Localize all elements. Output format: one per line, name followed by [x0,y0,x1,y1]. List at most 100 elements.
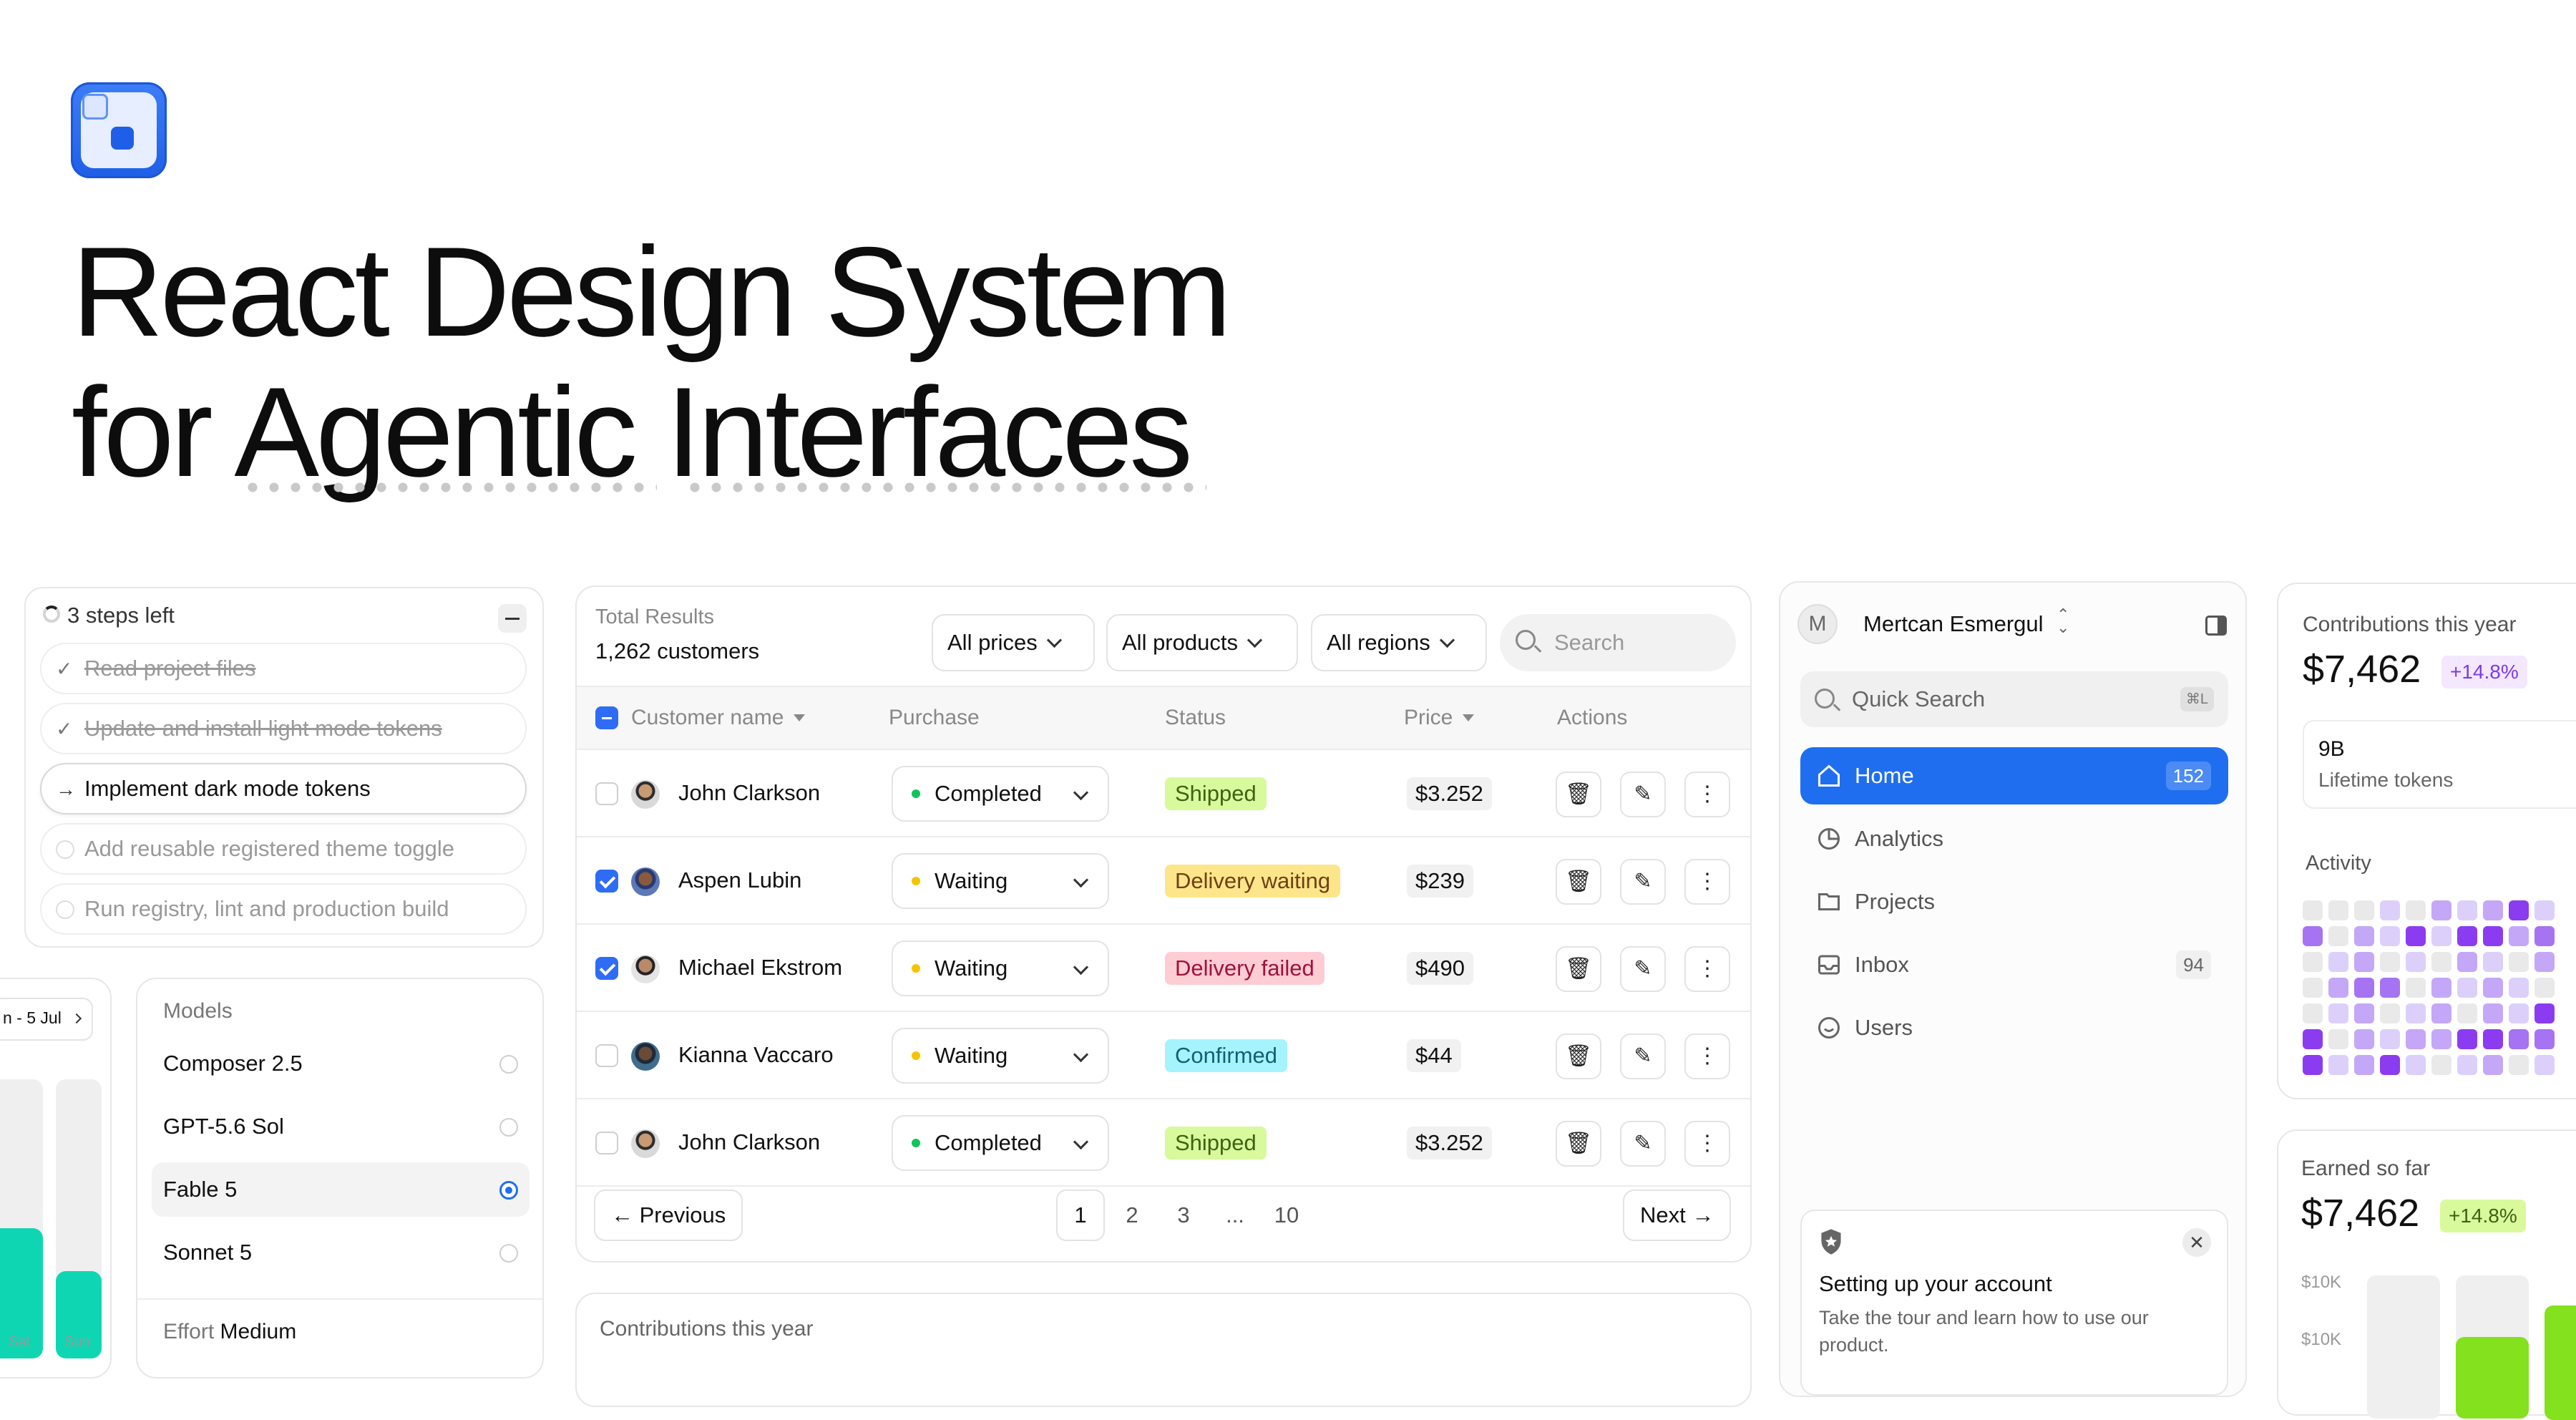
table-row[interactable]: John Clarkson Completed Shipped $3.252 🗑… [577,750,1750,837]
purchase-select[interactable]: Waiting [892,1028,1109,1084]
search-placeholder: Search [1554,630,1625,655]
page-button[interactable]: 10 [1262,1190,1311,1241]
heatmap-cell [2483,1055,2503,1075]
sidebar-item-inbox[interactable]: Inbox 94 [1800,936,2228,993]
pencil-icon: ✎ [1634,870,1652,893]
delete-button[interactable]: 🗑 [1556,1034,1601,1079]
heatmap-cell [2509,1029,2529,1049]
table-search-input[interactable]: Search [1500,614,1736,671]
page-button-current[interactable]: 1 [1056,1190,1105,1241]
trash-icon: 🗑 [1564,1132,1593,1155]
purchase-select[interactable]: Completed [892,766,1109,822]
effort-row[interactable]: Effort Medium [163,1320,296,1344]
tokens-value: 9B [2318,737,2345,761]
sidebar-item-label: Projects [1855,889,1935,914]
chevron-down-icon [1073,1134,1089,1150]
step-item[interactable]: Run registry, lint and production build [40,883,527,935]
heatmap-cell [2509,978,2529,998]
purchase-value: Completed [935,1130,1042,1155]
trash-icon: 🗑 [1564,782,1593,806]
sidebar-item-analytics[interactable]: Analytics [1800,810,2228,867]
sidebar-toggle-icon[interactable] [2205,616,2227,636]
column-header-price[interactable]: Price [1404,687,1475,749]
row-checkbox-checked[interactable] [595,870,618,893]
previous-label: Previous [639,1202,726,1227]
row-checkbox-checked[interactable] [595,957,618,980]
arrow-right-icon: → [56,778,76,800]
close-icon[interactable]: ✕ [2182,1228,2211,1257]
table-row[interactable]: Kianna Vaccaro Waiting Confirmed $44 🗑 ✎… [577,1012,1750,1099]
previous-button[interactable]: ← Previous [594,1190,743,1241]
status-badge: Delivery waiting [1165,865,1341,898]
heatmap-cell [2509,900,2529,920]
radio-button-checked[interactable] [499,1181,518,1200]
purchase-select[interactable]: Waiting [892,940,1109,996]
page-button[interactable]: 3 [1159,1190,1208,1241]
heatmap-cell [2431,952,2451,972]
model-option[interactable]: GPT-5.6 Sol [152,1099,530,1154]
model-option-selected[interactable]: Fable 5 [152,1162,530,1217]
user-name[interactable]: Mertcan Esmergul [1863,611,2044,637]
radio-button[interactable] [499,1118,518,1137]
edit-button[interactable]: ✎ [1620,1121,1666,1167]
arrow-right-icon: → [1692,1202,1714,1227]
column-header-status: Status [1165,706,1226,729]
step-item-active[interactable]: → Implement dark mode tokens [40,763,527,814]
sidebar-item-users[interactable]: Users [1800,999,2228,1056]
edit-button[interactable]: ✎ [1620,772,1666,817]
purchase-select[interactable]: Completed [892,1115,1109,1171]
status-dot [912,1139,920,1147]
collapse-button[interactable] [498,604,527,633]
delete-button[interactable]: 🗑 [1556,772,1601,817]
step-item[interactable]: Add reusable registered theme toggle [40,823,527,875]
radio-button[interactable] [499,1244,518,1263]
row-checkbox[interactable] [595,1132,618,1154]
step-item[interactable]: ✓ Update and install light mode tokens [40,703,527,754]
more-vertical-icon: ⋮ [1697,1044,1718,1068]
table-row[interactable]: Michael Ekstrom Waiting Delivery failed … [577,925,1750,1012]
table-row[interactable]: John Clarkson Completed Shipped $3.252 🗑… [577,1099,1750,1187]
heatmap-cell [2328,900,2348,920]
delete-button[interactable]: 🗑 [1556,946,1601,992]
filter-prices[interactable]: All prices [932,614,1095,671]
radio-button[interactable] [499,1055,518,1074]
edit-button[interactable]: ✎ [1620,859,1666,905]
next-button[interactable]: Next → [1623,1190,1732,1241]
sidebar-item-home[interactable]: Home 152 [1800,747,2228,804]
quick-search-input[interactable]: Quick Search ⌘L [1800,671,2228,727]
date-range-button[interactable]: n - 5 Jul [0,998,94,1041]
table-row[interactable]: Aspen Lubin Waiting Delivery waiting $23… [577,837,1750,925]
more-button[interactable]: ⋮ [1684,859,1730,905]
select-all-checkbox[interactable] [595,706,618,729]
delete-button[interactable]: 🗑 [1556,859,1601,905]
more-button[interactable]: ⋮ [1684,1034,1730,1079]
edit-button[interactable]: ✎ [1620,1034,1666,1079]
model-option[interactable]: Sonnet 5 [152,1225,530,1280]
model-option[interactable]: Composer 2.5 [152,1036,530,1091]
heatmap-cell [2457,900,2477,920]
sidebar-item-projects[interactable]: Projects [1800,873,2228,930]
shortcut-badge: ⌘L [2180,687,2214,711]
sidebar-card: M Mertcan Esmergul ⌃ ⌄ Quick Search ⌘L Ho… [1779,581,2247,1397]
check-icon: ✓ [56,718,73,740]
row-checkbox[interactable] [595,782,618,805]
edit-button[interactable]: ✎ [1620,946,1666,992]
more-button[interactable]: ⋮ [1684,946,1730,992]
price-value: $3.252 [1407,777,1492,810]
filter-products[interactable]: All products [1106,614,1298,671]
delete-button[interactable]: 🗑 [1556,1121,1601,1167]
heatmap-cell [2483,926,2503,946]
bar-fill [2545,1305,2576,1420]
purchase-select[interactable]: Waiting [892,853,1109,909]
onboarding-notice: ✕ Setting up your account Take the tour … [1800,1210,2228,1396]
more-button[interactable]: ⋮ [1684,772,1730,817]
earned-card: Earned so far $7,462 +14.8% $10K $10K [2277,1129,2576,1420]
chevron-up-down-icon[interactable]: ⌃ ⌄ [2057,607,2069,636]
step-item[interactable]: ✓ Read project files [40,643,527,694]
row-checkbox[interactable] [595,1044,618,1067]
column-header-customer[interactable]: Customer name [631,687,806,749]
filter-regions[interactable]: All regions [1311,614,1487,671]
notice-title: Setting up your account [1819,1271,2052,1296]
page-button[interactable]: 2 [1108,1190,1156,1241]
more-button[interactable]: ⋮ [1684,1121,1730,1167]
